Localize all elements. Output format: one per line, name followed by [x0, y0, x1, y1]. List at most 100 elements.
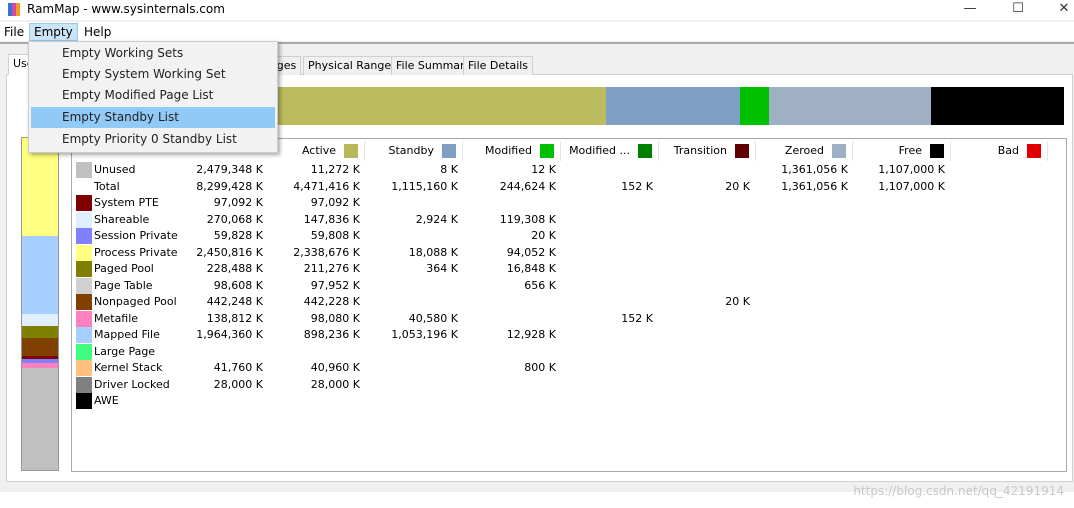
color-swatch [76, 294, 92, 310]
cell-value: 152 K [621, 179, 653, 193]
column-header-free[interactable]: Free [854, 141, 951, 161]
column-label: Modified ... [569, 144, 630, 157]
tab-file-details[interactable]: File Details [463, 56, 534, 75]
cell-value: 1,361,056 K [781, 179, 848, 193]
cell-value: 41,760 K [213, 361, 263, 374]
table-row[interactable]: Paged Pool 228,488 K 211,276 K 364 K 16,848 … [75, 261, 1055, 277]
table-row[interactable]: System PTE 97,092 K 97,092 K [75, 195, 1055, 211]
table-row[interactable]: Large Page [75, 343, 1055, 360]
column-header-zeroed[interactable]: Zeroed [756, 141, 853, 161]
column-header-active[interactable]: Active [268, 141, 365, 161]
menu-help[interactable]: Help [80, 24, 115, 40]
window-title: RamMap - www.sysinternals.com [27, 2, 225, 16]
table-row[interactable]: Total 8,299,428 K 4,471,416 K 1,115,160 K 24… [75, 179, 1055, 195]
table-row[interactable]: Driver Locked 28,000 K 28,000 K [75, 376, 1055, 393]
column-label: Free [898, 144, 922, 157]
cell-value: 18,088 K [408, 245, 458, 259]
cell-value: 20 K [725, 179, 750, 193]
column-label: Active [301, 144, 336, 157]
color-swatch [76, 195, 92, 211]
cell-value: 211,276 K [303, 262, 360, 275]
cell-value: 442,228 K [303, 295, 360, 308]
memory-list-bar [268, 87, 1064, 125]
column-label: Modified [485, 144, 532, 157]
table-row[interactable]: Unused 2,479,348 K 11,272 K 8 K 12 K 1,361,05… [75, 162, 1055, 178]
cell-value: 28,000 K [213, 377, 263, 391]
table-row[interactable]: Kernel Stack 41,760 K 40,960 K 800 K [75, 360, 1055, 376]
cell-value: 20 K [531, 229, 556, 242]
cell-value: 1,964,360 K [196, 328, 263, 341]
row-label: Mapped File [94, 328, 160, 341]
table-row[interactable]: AWE [75, 393, 1055, 409]
row-label: Shareable [94, 212, 150, 226]
table-row[interactable]: Metafile 138,812 K 98,080 K 40,580 K 152 K [75, 310, 1055, 327]
menu-empty[interactable]: Empty [29, 23, 78, 41]
color-swatch [76, 277, 92, 294]
color-swatch [76, 393, 92, 409]
row-label: Driver Locked [94, 377, 170, 391]
menu-item-empty-modified-page-list[interactable]: Empty Modified Page List [31, 85, 275, 106]
cell-value: 97,952 K [310, 278, 360, 292]
column-header-bad[interactable]: Bad [951, 141, 1048, 161]
menu-item-empty-priority0-standby-list[interactable]: Empty Priority 0 Standby List [31, 129, 275, 150]
color-swatch [442, 144, 456, 158]
color-swatch [76, 261, 92, 277]
table-row[interactable]: Page Table 98,608 K 97,952 K 656 K [75, 277, 1055, 294]
bar-zeroed [768, 87, 931, 125]
cell-value: 2,450,816 K [196, 245, 263, 259]
cell-value: 28,000 K [310, 377, 360, 391]
table-row[interactable]: Mapped File 1,964,360 K 898,236 K 1,053,196… [75, 327, 1055, 343]
cell-value: 11,272 K [310, 163, 360, 176]
color-swatch [76, 376, 92, 393]
menu-item-empty-working-sets[interactable]: Empty Working Sets [31, 43, 275, 64]
column-header-standby[interactable]: Standby [366, 141, 463, 161]
color-swatch [76, 244, 92, 261]
cell-value: 8,299,428 K [196, 179, 263, 193]
watermark: https://blog.csdn.net/qq_42191914 [853, 484, 1064, 498]
table-row[interactable]: Process Private 2,450,816 K 2,338,676 K 18,… [75, 244, 1055, 261]
cell-value: 2,479,348 K [196, 163, 263, 176]
row-label: Nonpaged Pool [94, 295, 177, 308]
menu-item-empty-system-working-set[interactable]: Empty System Working Set [31, 64, 275, 85]
column-label: Bad [997, 144, 1019, 157]
cell-value: 138,812 K [206, 311, 263, 325]
menu-item-empty-standby-list[interactable]: Empty Standby List [31, 107, 275, 128]
menu-bar [0, 22, 1074, 41]
cell-value: 1,361,056 K [781, 163, 848, 176]
color-swatch [76, 343, 92, 360]
menu-file[interactable]: File [0, 24, 28, 40]
minimize-button[interactable]: — [950, 0, 990, 18]
cell-value: 40,960 K [310, 361, 360, 374]
table-row[interactable]: Shareable 270,068 K 147,836 K 2,924 K 119,30… [75, 211, 1055, 228]
bar-standby [606, 87, 740, 125]
close-button[interactable]: ✕ [1044, 0, 1074, 18]
color-swatch [540, 144, 554, 158]
cell-value: 119,308 K [499, 212, 556, 226]
cell-value: 244,624 K [499, 179, 556, 193]
cell-value: 20 K [725, 295, 750, 308]
usage-bar [21, 137, 59, 471]
empty-menu-dropdown: Empty Working Sets Empty System Working … [28, 41, 278, 153]
cell-value: 40,580 K [408, 311, 458, 325]
cell-value: 59,828 K [213, 229, 263, 242]
column-header-modified[interactable]: Modified [464, 141, 561, 161]
cell-value: 800 K [524, 361, 556, 374]
row-label: Kernel Stack [94, 361, 163, 374]
color-swatch [76, 211, 92, 228]
column-label: Zeroed [784, 144, 824, 157]
color-swatch [76, 162, 92, 178]
color-swatch [76, 360, 92, 376]
column-header-transition[interactable]: Transition [659, 141, 756, 161]
row-label: System PTE [94, 196, 159, 209]
bar-free [930, 87, 1064, 125]
cell-value: 442,248 K [206, 295, 263, 308]
column-header-modified[interactable]: Modified ... [562, 141, 659, 161]
color-swatch [930, 144, 944, 158]
maximize-button[interactable]: ☐ [998, 0, 1038, 18]
table-row[interactable]: Session Private 59,828 K 59,808 K 20 K [75, 228, 1055, 244]
row-label: Session Private [94, 229, 178, 242]
table-row[interactable]: Nonpaged Pool 442,248 K 442,228 K 20 K [75, 294, 1055, 310]
cell-value: 1,107,000 K [878, 179, 945, 193]
row-label: Total [94, 179, 120, 193]
tab-physical-ranges[interactable]: Physical Ranges [303, 56, 402, 75]
